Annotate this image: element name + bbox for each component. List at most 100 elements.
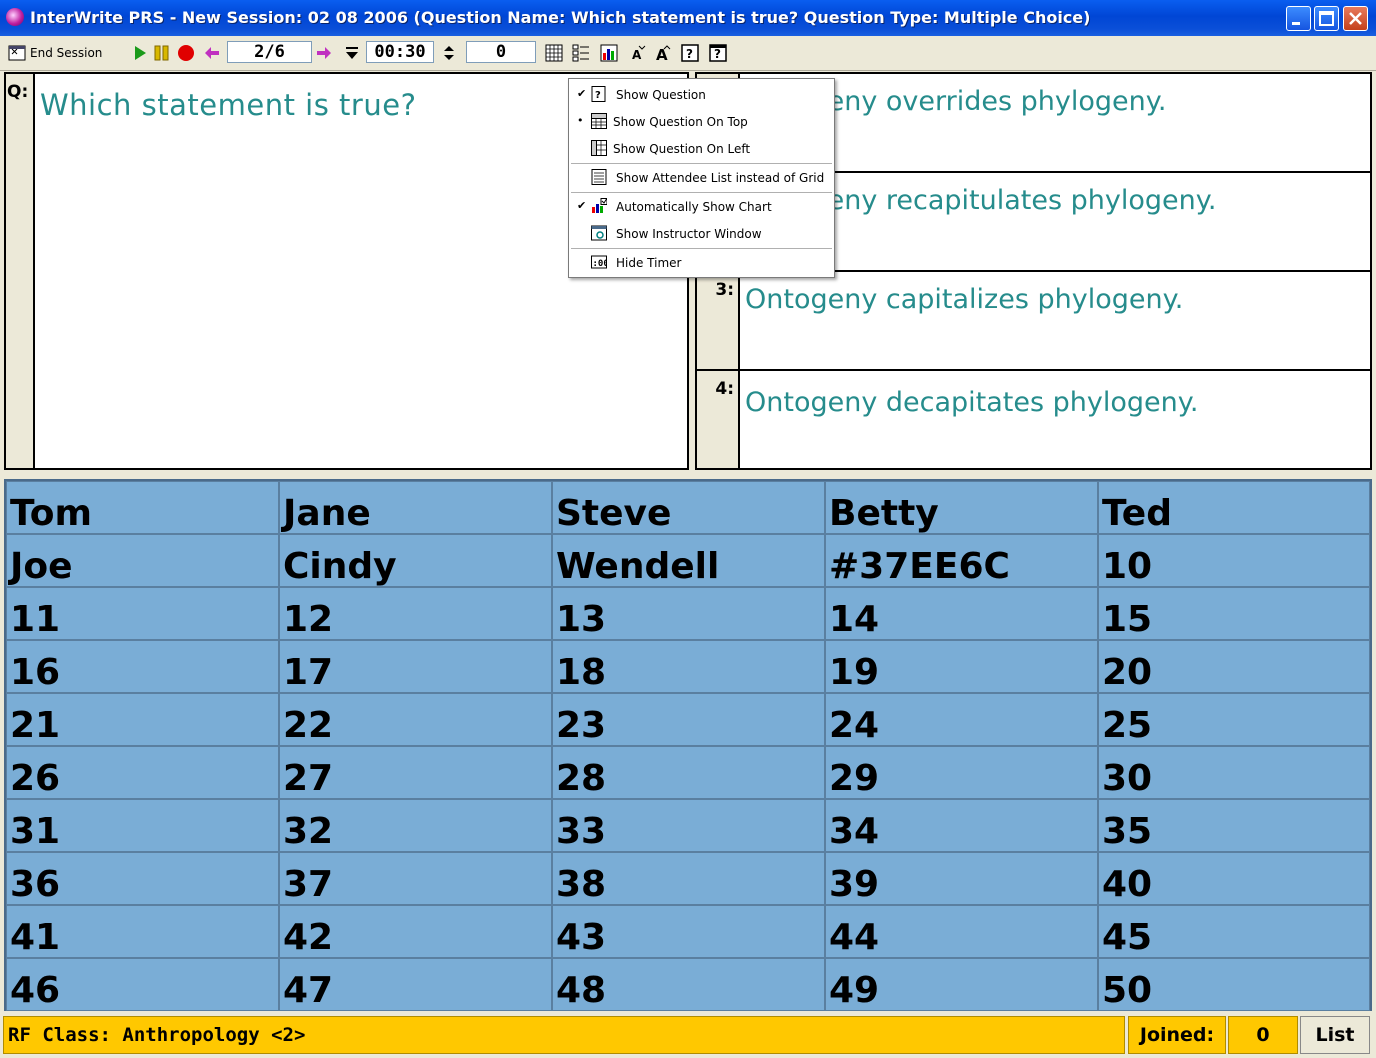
- attendee-cell[interactable]: 41: [6, 905, 279, 958]
- check-mark: ✔: [577, 199, 587, 212]
- attendee-cell[interactable]: Tom: [6, 481, 279, 534]
- attendee-cell[interactable]: 21: [6, 693, 279, 746]
- attendee-cell[interactable]: 31: [6, 799, 279, 852]
- menu-item-hide-timer[interactable]: :00 Hide Timer: [569, 250, 834, 276]
- app-icon[interactable]: [6, 8, 24, 26]
- attendee-cell[interactable]: Betty: [825, 481, 1098, 534]
- next-arrow-icon[interactable]: [315, 44, 333, 62]
- menu-item-show-question[interactable]: ✔ ? Show Question: [569, 82, 834, 108]
- attendee-cell[interactable]: 48: [552, 958, 825, 1011]
- attendee-cell[interactable]: 46: [6, 958, 279, 1011]
- attendee-cell[interactable]: 30: [1098, 746, 1370, 799]
- end-session-button[interactable]: End Session: [8, 42, 102, 64]
- attendee-cell[interactable]: 32: [279, 799, 552, 852]
- attendee-cell[interactable]: 14: [825, 587, 1098, 640]
- attendee-cell[interactable]: 24: [825, 693, 1098, 746]
- close-icon: [1349, 12, 1362, 25]
- menu-item-show-attendee-list[interactable]: Show Attendee List instead of Grid: [569, 165, 834, 191]
- svg-text:?: ?: [595, 90, 601, 101]
- menu-item-show-question-on-top[interactable]: • Show Question On Top: [569, 109, 834, 135]
- attendee-cell[interactable]: Cindy: [279, 534, 552, 587]
- end-session-label: End Session: [30, 46, 103, 60]
- record-icon[interactable]: [177, 44, 195, 62]
- list-icon: [591, 169, 607, 185]
- list-view-icon[interactable]: [572, 44, 590, 62]
- end-session-icon: [8, 45, 26, 61]
- chart-icon: [592, 198, 607, 213]
- grid-view-icon[interactable]: [545, 44, 563, 62]
- attendee-cell[interactable]: 12: [279, 587, 552, 640]
- attendee-cell[interactable]: 50: [1098, 958, 1370, 1011]
- attendee-cell[interactable]: 25: [1098, 693, 1370, 746]
- attendee-cell[interactable]: Wendell: [552, 534, 825, 587]
- attendee-cell[interactable]: 29: [825, 746, 1098, 799]
- close-button[interactable]: [1343, 6, 1368, 31]
- attendee-cell[interactable]: 19: [825, 640, 1098, 693]
- answer-row: 3: Ontogeny capitalizes phylogeny.: [697, 272, 1370, 371]
- attendee-cell[interactable]: 39: [825, 852, 1098, 905]
- attendee-cell[interactable]: 22: [279, 693, 552, 746]
- font-smaller-icon[interactable]: A: [629, 44, 647, 62]
- previous-arrow-icon[interactable]: [203, 44, 221, 62]
- menu-item-label: Show Question On Top: [613, 115, 748, 129]
- timer-field[interactable]: 00:30: [366, 41, 434, 63]
- answer-text: Ontogeny decapitates phylogeny.: [745, 387, 1199, 418]
- attendee-cell[interactable]: Ted: [1098, 481, 1370, 534]
- attendee-cell[interactable]: 20: [1098, 640, 1370, 693]
- attendee-cell[interactable]: 44: [825, 905, 1098, 958]
- status-bar: RF Class: Anthropology <2> Joined: 0 Lis…: [0, 1013, 1376, 1058]
- pause-icon[interactable]: [153, 44, 171, 62]
- attendee-cell[interactable]: #37EE6C: [825, 534, 1098, 587]
- timer-up-icon[interactable]: [440, 44, 458, 62]
- attendee-cell[interactable]: 49: [825, 958, 1098, 1011]
- attendee-cell[interactable]: 18: [552, 640, 825, 693]
- attendee-cell[interactable]: 17: [279, 640, 552, 693]
- menu-item-auto-show-chart[interactable]: ✔ Automatically Show Chart: [569, 194, 834, 220]
- maximize-button[interactable]: [1314, 6, 1339, 31]
- title-bar: InterWrite PRS - New Session: 02 08 2006…: [0, 0, 1376, 36]
- menu-item-show-instructor-window[interactable]: Show Instructor Window: [569, 221, 834, 247]
- menu-separator: [571, 248, 832, 249]
- timer-icon: :00: [591, 255, 607, 269]
- font-larger-icon[interactable]: A: [654, 44, 672, 62]
- answer-gutter: 3:: [697, 272, 740, 369]
- response-count-field[interactable]: 0: [466, 41, 536, 63]
- attendee-cell[interactable]: 35: [1098, 799, 1370, 852]
- attendee-cell[interactable]: 11: [6, 587, 279, 640]
- attendee-cell[interactable]: 47: [279, 958, 552, 1011]
- attendee-cell[interactable]: 27: [279, 746, 552, 799]
- question-icon[interactable]: ?: [681, 44, 699, 62]
- attendee-cell[interactable]: 10: [1098, 534, 1370, 587]
- menu-item-show-question-on-left[interactable]: Show Question On Left: [569, 136, 834, 162]
- class-status: RF Class: Anthropology <2>: [3, 1016, 1125, 1054]
- attendee-cell[interactable]: 33: [552, 799, 825, 852]
- attendee-cell[interactable]: Jane: [279, 481, 552, 534]
- attendee-cell[interactable]: 23: [552, 693, 825, 746]
- attendee-cell[interactable]: 43: [552, 905, 825, 958]
- menu-item-label: Hide Timer: [616, 256, 682, 270]
- attendee-cell[interactable]: 28: [552, 746, 825, 799]
- attendee-cell[interactable]: 15: [1098, 587, 1370, 640]
- attendee-cell[interactable]: 38: [552, 852, 825, 905]
- attendee-cell[interactable]: 16: [6, 640, 279, 693]
- menu-item-label: Show Question: [616, 88, 706, 102]
- attendee-cell[interactable]: Steve: [552, 481, 825, 534]
- attendee-cell[interactable]: 45: [1098, 905, 1370, 958]
- svg-text:A: A: [632, 48, 642, 62]
- question-counter[interactable]: 2/6: [227, 41, 312, 63]
- chart-icon[interactable]: [600, 44, 618, 62]
- list-button[interactable]: List: [1300, 1016, 1370, 1054]
- attendee-cell[interactable]: 40: [1098, 852, 1370, 905]
- attendee-cell[interactable]: 42: [279, 905, 552, 958]
- attendee-cell[interactable]: 37: [279, 852, 552, 905]
- help-icon[interactable]: ?: [709, 44, 727, 62]
- play-icon[interactable]: [131, 44, 149, 62]
- attendee-cell[interactable]: 26: [6, 746, 279, 799]
- attendee-cell[interactable]: 36: [6, 852, 279, 905]
- attendee-cell[interactable]: 34: [825, 799, 1098, 852]
- minimize-button[interactable]: [1286, 6, 1311, 31]
- attendee-cell[interactable]: 13: [552, 587, 825, 640]
- timer-down-icon[interactable]: [343, 44, 361, 62]
- minimize-icon: [1292, 22, 1300, 25]
- attendee-cell[interactable]: Joe: [6, 534, 279, 587]
